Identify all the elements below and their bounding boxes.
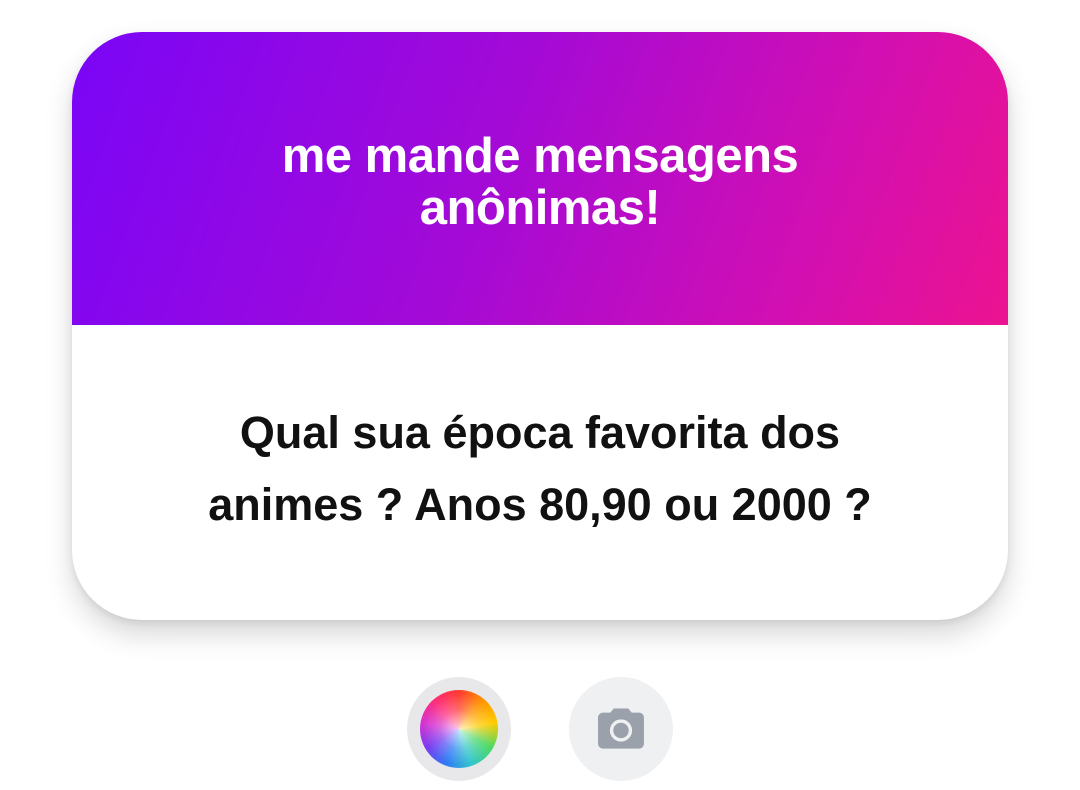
story-editor: me mande mensagens anônimas! Qual sua ép… (0, 0, 1080, 790)
card-body: Qual sua época favorita dos animes ? Ano… (72, 325, 1008, 620)
color-wheel-icon (420, 690, 498, 768)
camera-button[interactable] (569, 677, 673, 781)
card-title: me mande mensagens anônimas! (281, 128, 799, 235)
color-picker-button[interactable] (407, 677, 511, 781)
question-card: me mande mensagens anônimas! Qual sua ép… (72, 32, 1008, 620)
question-text: Qual sua época favorita dos animes ? Ano… (208, 406, 872, 530)
camera-icon (598, 708, 644, 749)
card-header: me mande mensagens anônimas! (72, 32, 1008, 325)
